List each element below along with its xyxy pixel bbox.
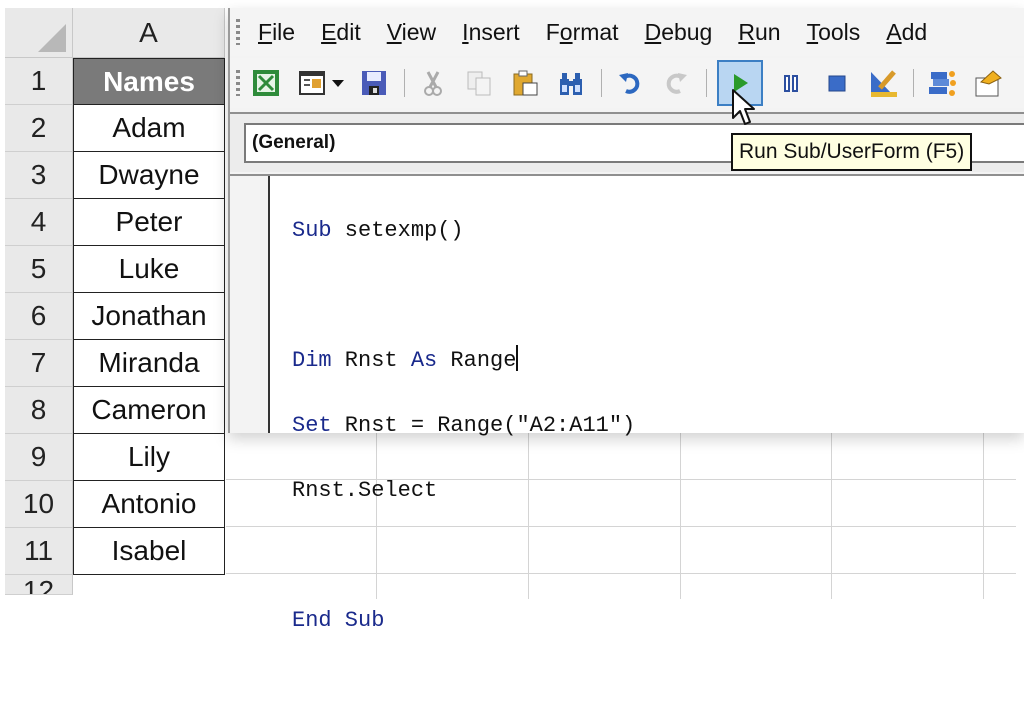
cell-a1-header[interactable]: Names bbox=[73, 58, 225, 105]
cell-a6[interactable]: Jonathan bbox=[73, 293, 225, 340]
code-line[interactable]: Set Rnst = Range("A2:A11") bbox=[292, 410, 635, 443]
code-line[interactable]: Dim Rnst As Range bbox=[292, 344, 635, 378]
cell-a9[interactable]: Lily bbox=[73, 434, 225, 481]
code-line[interactable]: End Sub bbox=[292, 605, 635, 638]
tooltip: Run Sub/UserForm (F5) bbox=[731, 133, 973, 171]
cell-a7[interactable]: Miranda bbox=[73, 340, 225, 387]
properties-icon[interactable] bbox=[970, 65, 1006, 101]
row-header-3[interactable]: 3 bbox=[5, 152, 73, 199]
code-window[interactable]: Sub setexmp() ​ Dim Rnst As Range Set Rn… bbox=[230, 174, 1024, 633]
select-all-button[interactable] bbox=[5, 8, 73, 58]
save-icon[interactable] bbox=[356, 65, 392, 101]
row-header-5[interactable]: 5 bbox=[5, 246, 73, 293]
menubar-grip[interactable] bbox=[236, 19, 240, 45]
code-line[interactable]: Rnst.Select bbox=[292, 475, 635, 508]
code-line[interactable]: ​ bbox=[292, 540, 635, 573]
code-margin-indicator-bar[interactable] bbox=[230, 176, 270, 433]
find-icon[interactable] bbox=[553, 65, 589, 101]
toolbar-separator bbox=[601, 69, 602, 97]
menu-run[interactable]: Run bbox=[738, 19, 780, 46]
project-explorer-icon[interactable] bbox=[924, 65, 960, 101]
row-header-8[interactable]: 8 bbox=[5, 387, 73, 434]
code-editor[interactable]: Sub setexmp() ​ Dim Rnst As Range Set Rn… bbox=[292, 182, 635, 702]
toolbar-separator bbox=[404, 69, 405, 97]
undo-icon[interactable] bbox=[612, 65, 648, 101]
column-header-a[interactable]: A bbox=[73, 8, 225, 58]
object-combo-value: (General) bbox=[252, 132, 336, 153]
row-header-12[interactable]: 12 bbox=[5, 575, 73, 595]
toolbar-grip[interactable] bbox=[236, 70, 240, 96]
row-header-1[interactable]: 1 bbox=[5, 58, 73, 105]
cell-a10[interactable]: Antonio bbox=[73, 481, 225, 528]
select-all-triangle-icon bbox=[38, 24, 66, 52]
cell-a8[interactable]: Cameron bbox=[73, 387, 225, 434]
row-header-6[interactable]: 6 bbox=[5, 293, 73, 340]
menu-file[interactable]: File bbox=[258, 19, 295, 46]
cell-a5[interactable]: Luke bbox=[73, 246, 225, 293]
text-caret bbox=[516, 344, 519, 371]
break-icon[interactable] bbox=[773, 65, 809, 101]
toolbar-separator bbox=[706, 69, 707, 97]
excel-icon[interactable] bbox=[248, 65, 284, 101]
code-line[interactable]: Sub setexmp() bbox=[292, 215, 635, 248]
menu-format[interactable]: Format bbox=[546, 19, 619, 46]
chevron-down-icon[interactable] bbox=[332, 79, 344, 87]
menu-tools[interactable]: Tools bbox=[807, 19, 861, 46]
menu-edit[interactable]: Edit bbox=[321, 19, 361, 46]
row-header-4[interactable]: 4 bbox=[5, 199, 73, 246]
cell-a2[interactable]: Adam bbox=[73, 105, 225, 152]
row-header-9[interactable]: 9 bbox=[5, 434, 73, 481]
menu-bar: File Edit View Insert Format Debug Run Tools Add bbox=[230, 8, 1024, 56]
paste-icon[interactable] bbox=[507, 65, 543, 101]
cell-a11[interactable]: Isabel bbox=[73, 528, 225, 575]
cell-a4[interactable]: Peter bbox=[73, 199, 225, 246]
row-header-10[interactable]: 10 bbox=[5, 481, 73, 528]
reset-icon[interactable] bbox=[819, 65, 855, 101]
gridline bbox=[680, 433, 681, 599]
standard-toolbar bbox=[230, 58, 1024, 108]
cell-a3[interactable]: Dwayne bbox=[73, 152, 225, 199]
menu-view[interactable]: View bbox=[387, 19, 436, 46]
copy-icon[interactable] bbox=[461, 65, 497, 101]
row-header-2[interactable]: 2 bbox=[5, 105, 73, 152]
menu-insert[interactable]: Insert bbox=[462, 19, 520, 46]
vba-editor-window: File Edit View Insert Format Debug Run Tools Add bbox=[228, 8, 1024, 633]
gridline bbox=[983, 433, 984, 599]
design-mode-icon[interactable] bbox=[865, 65, 901, 101]
menu-debug[interactable]: Debug bbox=[645, 19, 713, 46]
mouse-pointer-icon bbox=[732, 89, 755, 125]
cut-icon[interactable] bbox=[415, 65, 451, 101]
row-header-11[interactable]: 11 bbox=[5, 528, 73, 575]
gridline bbox=[831, 433, 832, 599]
code-line[interactable]: ​ bbox=[292, 280, 635, 313]
toolbar-separator bbox=[913, 69, 914, 97]
row-header-7[interactable]: 7 bbox=[5, 340, 73, 387]
insert-userform-icon[interactable] bbox=[294, 65, 330, 101]
redo-icon[interactable] bbox=[658, 65, 694, 101]
menu-add-ins[interactable]: Add bbox=[886, 19, 927, 46]
